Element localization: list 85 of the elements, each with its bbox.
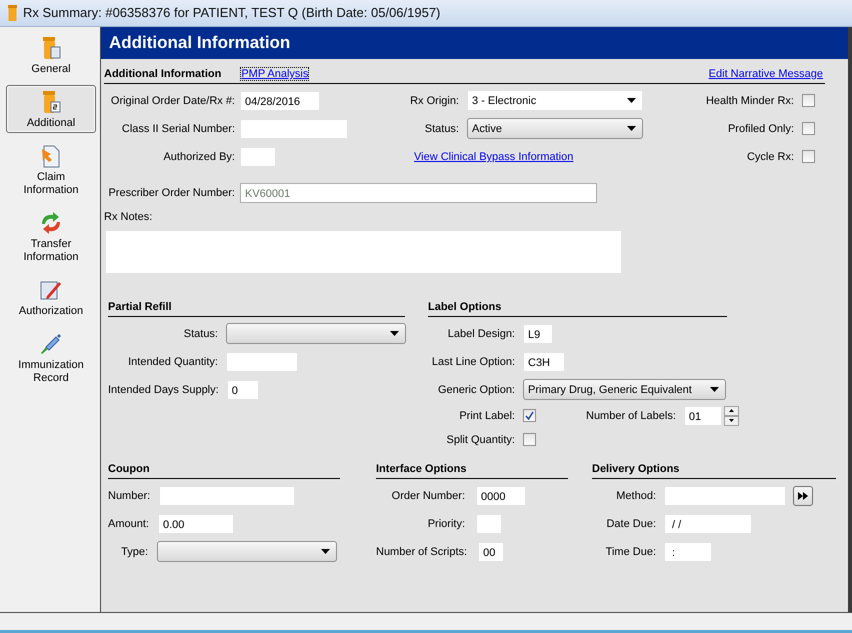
- sidebar-item[interactable]: Claim Information: [6, 138, 96, 200]
- sidebar-item[interactable]: Transfer Information: [6, 206, 96, 267]
- field-label: Priority:: [426, 518, 465, 530]
- field-label: Health Minder Rx:: [704, 94, 794, 107]
- field-label: Method:: [615, 490, 656, 502]
- field-label: Amount:: [108, 518, 149, 530]
- section-title: Additional Information: [104, 68, 222, 80]
- text-field[interactable]: 0000: [476, 486, 526, 506]
- spin-up-button[interactable]: [724, 406, 739, 416]
- field-label: Authorized By:: [162, 150, 235, 163]
- field-label: Split Quantity:: [446, 434, 515, 446]
- field-label: Generic Option:: [436, 384, 515, 396]
- text-field[interactable]: [159, 486, 296, 506]
- field-label: Time Due:: [604, 546, 656, 558]
- sidebar-item[interactable]: Immunization Record: [6, 326, 96, 388]
- text-field[interactable]: L9: [523, 324, 553, 344]
- text-field[interactable]: 04/28/2016: [240, 90, 320, 111]
- field-label: Number:: [108, 490, 150, 502]
- sidebar-item[interactable]: Authorization: [6, 272, 96, 321]
- section-title: Interface Options: [376, 460, 568, 479]
- sidebar-item[interactable]: Additional: [6, 84, 96, 133]
- caret-icon: [390, 331, 399, 336]
- field-label: Cycle Rx:: [746, 150, 794, 163]
- readonly-field[interactable]: KV60001: [240, 182, 597, 203]
- field-label: Label Design:: [446, 328, 515, 340]
- page-title: Additional Information: [101, 26, 848, 59]
- section-title: Label Options: [428, 298, 727, 317]
- text-field[interactable]: :: [664, 542, 712, 562]
- caret-icon: [321, 549, 330, 554]
- field-label: Status:: [424, 122, 459, 135]
- text-field[interactable]: [476, 514, 502, 534]
- section-title: Delivery Options: [592, 460, 836, 479]
- fast-forward-button[interactable]: [793, 486, 813, 506]
- link[interactable]: Edit Narrative Message: [708, 68, 823, 80]
- caret-icon: [627, 126, 636, 132]
- dropdown[interactable]: [226, 323, 406, 344]
- field-label: Rx Origin:: [410, 94, 459, 107]
- link[interactable]: View Clinical Bypass Information: [414, 150, 574, 163]
- field-label: Original Order Date/Rx #:: [110, 94, 235, 107]
- number-field[interactable]: 01: [684, 406, 722, 426]
- text-field[interactable]: [664, 486, 786, 506]
- field-label: Prescriber Order Number:: [107, 186, 235, 199]
- field-label: Order Number:: [390, 490, 465, 502]
- window-title: Rx Summary: #06358376 for PATIENT, TEST Q (Birth Date: 05/06/1957): [23, 5, 440, 20]
- sidebar-item[interactable]: General: [6, 30, 96, 79]
- text-field[interactable]: 0.00: [158, 514, 234, 534]
- dropdown[interactable]: 3 - Electronic: [467, 90, 643, 112]
- caret-icon: [627, 98, 636, 104]
- down-arrow-icon: [728, 419, 734, 422]
- field-label: Profiled Only:: [726, 122, 794, 135]
- field-label: Intended Quantity:: [127, 356, 218, 368]
- text-field[interactable]: 00: [478, 542, 504, 562]
- section-title: Partial Refill: [108, 298, 405, 317]
- field-label: Type:: [120, 546, 148, 558]
- link[interactable]: PMP Analysis: [241, 68, 308, 80]
- spin-down-button[interactable]: [724, 416, 739, 426]
- field-label: Status:: [182, 328, 218, 340]
- fast-forward-icon: [798, 492, 808, 500]
- dropdown[interactable]: Active: [467, 118, 643, 140]
- up-arrow-icon: [728, 409, 734, 412]
- caret-icon: [710, 387, 719, 392]
- checkbox[interactable]: [523, 433, 536, 446]
- checkbox[interactable]: [802, 150, 815, 164]
- dropdown[interactable]: Primary Drug, Generic Equivalent: [523, 379, 726, 400]
- checkbox[interactable]: [523, 409, 536, 422]
- text-field[interactable]: [226, 352, 298, 372]
- field-label: Number of Scripts:: [376, 546, 468, 558]
- text-field[interactable]: [240, 118, 348, 139]
- dropdown[interactable]: [157, 541, 337, 562]
- section-title: Coupon: [108, 460, 340, 479]
- field-label: Intended Days Supply:: [108, 384, 219, 396]
- pill-bottle-icon: [8, 4, 17, 21]
- field-label: Class II Serial Number:: [120, 122, 235, 135]
- notes-field[interactable]: [105, 230, 622, 274]
- field-label: Rx Notes:: [104, 210, 152, 224]
- field-label: Print Label:: [458, 410, 515, 422]
- checkbox[interactable]: [802, 122, 815, 136]
- text-field[interactable]: 0: [226, 380, 259, 400]
- text-field[interactable]: C3H: [523, 352, 565, 372]
- text-field[interactable]: [240, 146, 276, 167]
- field-label: Date Due:: [605, 518, 656, 530]
- checkbox[interactable]: [802, 94, 815, 108]
- field-label: Last Line Option:: [430, 356, 515, 368]
- field-label: Number of Labels:: [586, 410, 676, 422]
- text-field[interactable]: / /: [664, 514, 752, 534]
